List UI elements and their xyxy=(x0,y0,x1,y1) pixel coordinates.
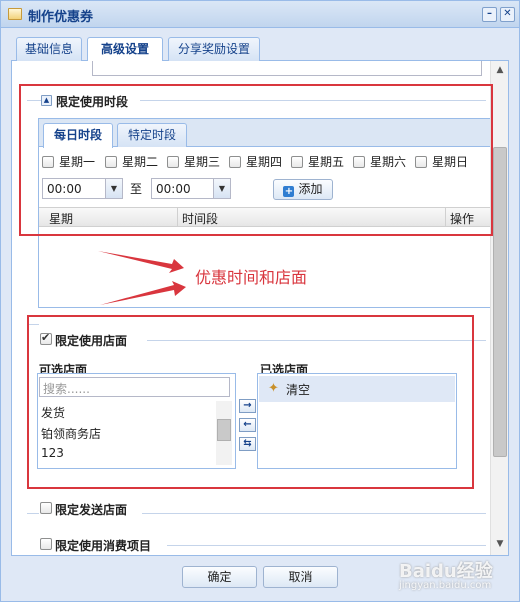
tab-share-reward[interactable]: 分享奖励设置 xyxy=(168,37,260,61)
watermark-brand: Baidu经验 xyxy=(399,561,493,582)
fieldset-border xyxy=(142,513,486,514)
coupon-icon xyxy=(8,8,22,20)
minimize-icon[interactable]: – xyxy=(482,7,497,22)
baidu-watermark: Baidu经验 jingyan.baidu.com xyxy=(399,557,493,591)
tab-strip: 基础信息 高级设置 分享奖励设置 xyxy=(11,33,509,62)
annotation-text: 优惠时间和店面 xyxy=(195,268,308,287)
title-bar[interactable]: 制作优惠券 – ✕ xyxy=(1,1,519,28)
close-icon[interactable]: ✕ xyxy=(500,7,515,22)
highlight-store-section xyxy=(27,315,474,489)
send-store-checkbox[interactable] xyxy=(40,502,52,514)
arrow-up-icon xyxy=(98,251,184,273)
scroll-down-icon[interactable]: ▼ xyxy=(494,539,506,551)
fieldset-border xyxy=(27,513,39,514)
consume-items-checkbox[interactable] xyxy=(40,538,52,550)
watermark-url: jingyan.baidu.com xyxy=(399,580,492,591)
tab-basic-info[interactable]: 基础信息 xyxy=(16,37,82,61)
arrow-down-icon xyxy=(100,281,186,305)
consume-items-legend: 限定使用消费项目 xyxy=(55,539,152,553)
tab-advanced-settings[interactable]: 高级设置 xyxy=(87,37,163,62)
scroll-thumb[interactable] xyxy=(493,147,507,457)
scroll-up-icon[interactable]: ▲ xyxy=(494,65,506,77)
send-store-legend: 限定发送店面 xyxy=(55,503,128,517)
cancel-button[interactable]: 取消 xyxy=(263,566,338,588)
fieldset-border xyxy=(167,545,486,546)
window-title: 制作优惠券 xyxy=(28,10,94,25)
ok-button[interactable]: 确定 xyxy=(182,566,257,588)
coupon-dialog: 制作优惠券 – ✕ 基础信息 高级设置 分享奖励设置 ▲ 限定使用时段 每日时段… xyxy=(0,0,520,602)
highlight-time-section xyxy=(19,84,493,236)
